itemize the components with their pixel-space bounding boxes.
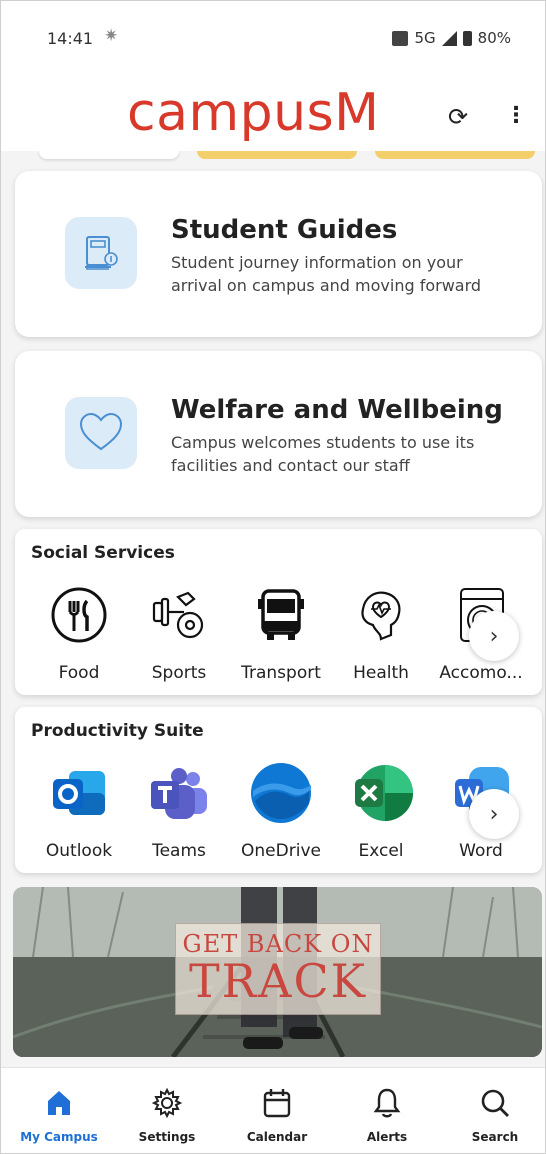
- app-item-excel[interactable]: Excel: [331, 761, 431, 861]
- nav-label: Search: [471, 1130, 519, 1144]
- book-icon: [65, 217, 137, 289]
- card-title: Student Guides: [171, 215, 398, 245]
- heart-icon: [65, 397, 137, 469]
- student-guides-card[interactable]: Student Guides Student journey informati…: [15, 171, 542, 337]
- welfare-wellbeing-card[interactable]: Welfare and Wellbeing Campus welcomes st…: [15, 351, 542, 517]
- promo-banner[interactable]: GET BACK ON TRACK: [13, 887, 542, 1057]
- search-icon: [441, 1086, 545, 1120]
- banner-sign: GET BACK ON TRACK: [175, 923, 381, 1015]
- nav-label: Alerts: [366, 1130, 408, 1144]
- battery-percent: 80%: [477, 29, 511, 47]
- service-label: Food: [58, 663, 100, 683]
- nav-alerts[interactable]: Alerts: [333, 1068, 441, 1153]
- app-item-outlook[interactable]: Outlook: [29, 761, 129, 861]
- service-item-sports[interactable]: Sports: [129, 583, 229, 683]
- app-header: campusM ⟳ ⋮: [1, 69, 545, 159]
- more-options-icon[interactable]: ⋮: [505, 103, 527, 128]
- nav-settings[interactable]: Settings: [113, 1068, 221, 1153]
- service-label: Accomo...: [439, 663, 523, 683]
- app-screen: 14:41 ✷ 5G 80% campusM ⟳ ⋮ Student Guide…: [0, 0, 546, 1154]
- card-description: Student journey information on your arri…: [171, 253, 482, 295]
- app-label: OneDrive: [241, 841, 321, 861]
- settings-status-icon: ✷: [104, 26, 119, 46]
- bus-icon: [249, 583, 313, 647]
- section-title: Productivity Suite: [31, 721, 204, 741]
- calendar-icon: [223, 1086, 331, 1120]
- home-feed[interactable]: Student Guides Student journey informati…: [1, 151, 545, 1067]
- bell-icon: [333, 1086, 441, 1120]
- productivity-suite-row[interactable]: Outlook Teams OneDrive Excel Word: [15, 761, 542, 871]
- nav-label: Settings: [138, 1130, 196, 1144]
- nav-label: My Campus: [20, 1130, 98, 1144]
- nav-label: Calendar: [246, 1130, 308, 1144]
- bottom-navigation: My Campus Settings Calendar Alerts Searc…: [1, 1067, 545, 1153]
- service-item-food[interactable]: Food: [29, 583, 129, 683]
- service-label: Transport: [241, 663, 321, 683]
- signal-icon: [441, 30, 457, 46]
- food-icon: [47, 583, 111, 647]
- service-item-health[interactable]: Health: [331, 583, 431, 683]
- previous-card-edge: [375, 151, 535, 159]
- card-title: Welfare and Wellbeing: [171, 395, 503, 425]
- health-icon: [349, 583, 413, 647]
- gear-icon: [113, 1086, 221, 1120]
- social-services-section: Social Services Food Sports Transport He…: [15, 529, 542, 695]
- nav-my-campus[interactable]: My Campus: [5, 1068, 113, 1153]
- sim-icon: [392, 30, 409, 46]
- home-icon: [5, 1086, 113, 1120]
- app-label: Word: [459, 841, 503, 861]
- app-label: Excel: [358, 841, 404, 861]
- nav-calendar[interactable]: Calendar: [223, 1068, 331, 1153]
- productivity-suite-section: Productivity Suite Outlook Teams OneDriv…: [15, 707, 542, 873]
- scroll-next-button[interactable]: ›: [469, 611, 519, 661]
- service-label: Health: [353, 663, 409, 683]
- service-item-transport[interactable]: Transport: [231, 583, 331, 683]
- teams-icon: [147, 761, 211, 825]
- excel-icon: [349, 761, 413, 825]
- card-description: Campus welcomes students to use its faci…: [171, 433, 475, 475]
- nav-search[interactable]: Search: [441, 1068, 545, 1153]
- battery-icon: [462, 30, 472, 46]
- app-label: Outlook: [45, 841, 113, 861]
- refresh-icon[interactable]: ⟳: [448, 103, 468, 131]
- service-label: Sports: [151, 663, 207, 683]
- status-bar: 14:41 ✷ 5G 80%: [1, 1, 545, 69]
- scroll-next-button[interactable]: ›: [469, 789, 519, 839]
- previous-card-edge: [197, 151, 357, 159]
- network-label: 5G: [414, 29, 436, 47]
- outlook-icon: [47, 761, 111, 825]
- status-indicators: 5G 80%: [392, 29, 511, 47]
- section-title: Social Services: [31, 543, 175, 563]
- banner-headline-large: TRACK: [188, 954, 368, 1008]
- app-item-teams[interactable]: Teams: [129, 761, 229, 861]
- onedrive-icon: [249, 761, 313, 825]
- status-time: 14:41: [47, 29, 94, 48]
- dumbbell-icon: [147, 583, 211, 647]
- previous-card-edge: [39, 151, 179, 159]
- app-item-onedrive[interactable]: OneDrive: [231, 761, 331, 861]
- app-label: Teams: [152, 841, 206, 861]
- social-services-row[interactable]: Food Sports Transport Health Accomo...: [15, 583, 542, 693]
- app-logo: campusM: [127, 83, 380, 143]
